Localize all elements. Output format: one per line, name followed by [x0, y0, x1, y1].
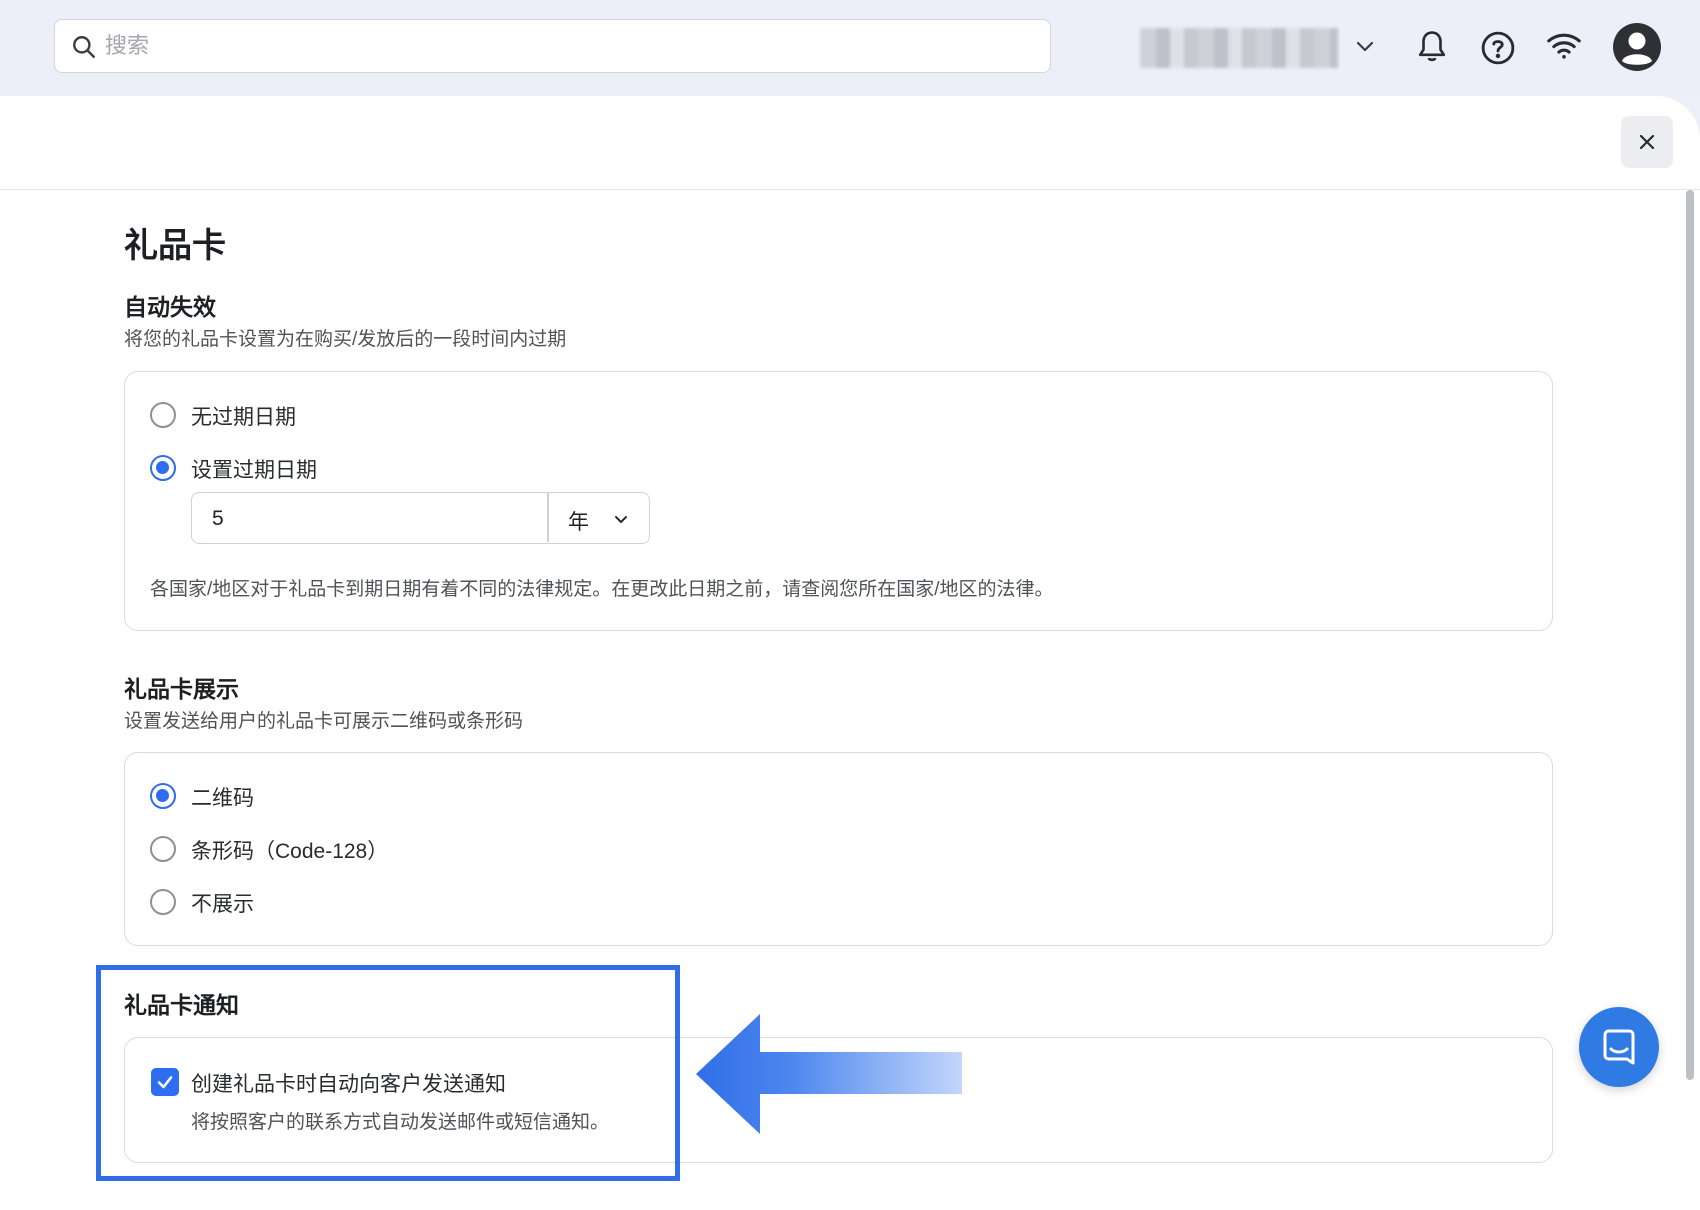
- chevron-down-icon[interactable]: [1353, 34, 1377, 58]
- search-input[interactable]: [105, 28, 1005, 64]
- top-bar: [0, 0, 1700, 96]
- auto-expiry-description: 将您的礼品卡设置为在购买/发放后的一段时间内过期: [124, 329, 567, 350]
- duration-unit-select[interactable]: 年: [568, 506, 589, 536]
- expiry-legal-note: 各国家/地区对于礼品卡到期日期有着不同的法律规定。在更改此日期之前，请查阅您所在…: [150, 579, 1054, 600]
- qrcode-label: 二维码: [191, 787, 254, 810]
- search-icon: [73, 36, 95, 58]
- set-expiry-radio[interactable]: [150, 455, 176, 481]
- display-title: 礼品卡展示: [124, 676, 239, 702]
- close-icon: [1639, 134, 1655, 150]
- barcode-label: 条形码（Code-128）: [191, 840, 389, 863]
- help-icon[interactable]: [1481, 31, 1515, 65]
- highlight-box: [96, 965, 680, 1181]
- expiry-duration-field: 5 年: [191, 492, 650, 544]
- field-divider: [547, 493, 549, 542]
- chat-icon: [1603, 1029, 1635, 1065]
- wifi-icon[interactable]: [1546, 32, 1582, 60]
- chat-button[interactable]: [1579, 1007, 1659, 1087]
- qrcode-radio[interactable]: [150, 783, 176, 809]
- panel-header: [0, 96, 1700, 190]
- store-name-blurred[interactable]: [1140, 28, 1338, 68]
- no-expiry-label: 无过期日期: [191, 406, 296, 429]
- barcode-radio[interactable]: [150, 836, 176, 862]
- chevron-down-icon[interactable]: [612, 510, 630, 528]
- no-display-label: 不展示: [191, 893, 254, 916]
- pointer-arrow-icon: [696, 1014, 962, 1134]
- page-title: 礼品卡: [124, 227, 226, 265]
- search-bar[interactable]: [54, 19, 1051, 73]
- auto-expiry-title: 自动失效: [124, 294, 216, 320]
- close-button[interactable]: [1621, 116, 1673, 168]
- no-display-radio[interactable]: [150, 889, 176, 915]
- display-description: 设置发送给用户的礼品卡可展示二维码或条形码: [124, 711, 524, 732]
- avatar-icon[interactable]: [1612, 22, 1662, 72]
- bell-icon[interactable]: [1416, 30, 1448, 64]
- no-expiry-radio[interactable]: [150, 402, 176, 428]
- duration-value-input[interactable]: 5: [212, 507, 224, 531]
- set-expiry-label: 设置过期日期: [191, 459, 317, 482]
- scrollbar[interactable]: [1686, 190, 1694, 1080]
